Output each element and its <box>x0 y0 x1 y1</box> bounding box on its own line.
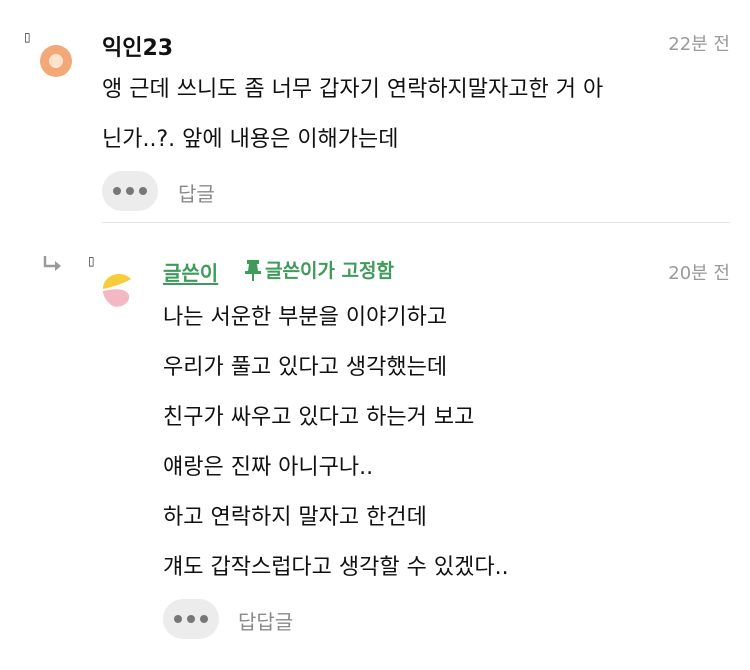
comment-line-1: 앵 근데 쓰니도 좀 너무 갑자기 연락하지말자고한 거 아 <box>102 77 604 102</box>
more-dots-icon-dot <box>126 187 134 195</box>
reply-line-1: 나는 서운한 부분을 이야기하고 <box>163 305 448 330</box>
comment-author[interactable]: 익인23 <box>102 30 173 62</box>
reply-time: 20분 전 <box>668 263 730 284</box>
comment-time: 22분 전 <box>668 34 730 55</box>
pinned-label: 글쓴이가 고정함 <box>265 260 394 282</box>
reply-line-2: 우리가 풀고 있다고 생각했는데 <box>163 355 448 380</box>
reply-line-4: 얘랑은 진짜 아니구나.. <box>163 455 374 480</box>
pinned-badge: 글쓴이가 고정함 <box>244 256 394 283</box>
reply-author[interactable]: 글쓴이 <box>163 257 218 286</box>
reply-more-button[interactable] <box>163 599 219 639</box>
divider <box>102 222 730 223</box>
more-dots-icon <box>113 187 121 195</box>
reply-line-3: 친구가 싸우고 있다고 하는거 보고 <box>163 405 475 430</box>
more-dots-icon-dot <box>200 615 208 623</box>
comment-marker: ▯ <box>24 30 31 44</box>
reply-marker: ▯ <box>88 254 95 268</box>
more-button[interactable] <box>102 171 158 211</box>
reply-line-6: 걔도 갑작스럽다고 생각할 수 있겠다.. <box>163 555 509 580</box>
avatar[interactable] <box>40 45 72 77</box>
more-dots-icon-dot <box>187 615 195 623</box>
reply-reply-button[interactable]: 답답글 <box>238 606 293 635</box>
reply-line-5: 하고 연락하지 말자고 한건데 <box>163 505 427 530</box>
comment-line-2: 닌가..?. 앞에 내용은 이해가는데 <box>102 127 399 152</box>
reply-button[interactable]: 답글 <box>178 178 215 207</box>
pin-icon <box>245 259 261 281</box>
yellow-pink-avatar-icon[interactable] <box>99 267 135 311</box>
more-dots-icon-dot <box>139 187 147 195</box>
more-dots-icon <box>174 615 182 623</box>
reply-arrow-icon <box>43 256 61 271</box>
